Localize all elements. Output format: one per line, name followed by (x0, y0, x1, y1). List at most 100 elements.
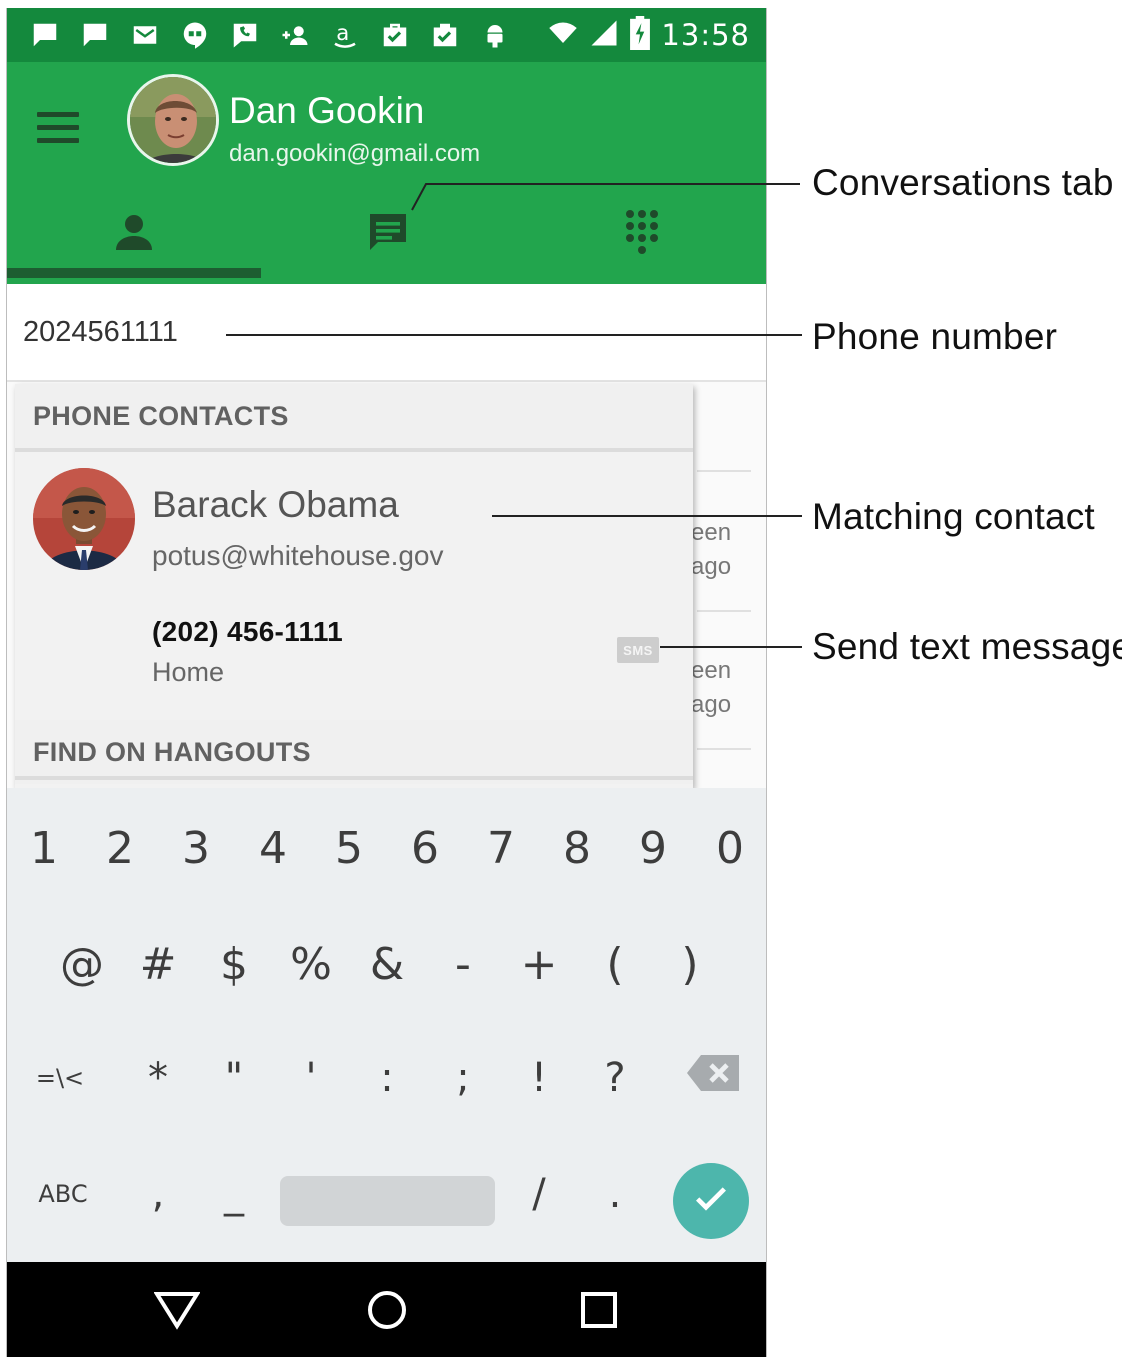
account-avatar[interactable] (127, 74, 219, 166)
key-more-symbols[interactable]: =\< (29, 1038, 91, 1118)
matching-contact[interactable]: Barack Obama potus@whitehouse.gov (202) … (15, 454, 693, 720)
list-divider (697, 470, 751, 472)
backspace-icon (687, 1053, 741, 1103)
suggestions-dropdown: PHONE CONTACTS Barack Obama potus@whiteh… (15, 384, 693, 788)
phone-number-field[interactable] (7, 284, 766, 382)
find-on-hangouts-header: FIND ON HANGOUTS (15, 720, 693, 784)
backspace-key[interactable] (683, 1038, 745, 1118)
key-underscore[interactable]: _ (203, 1154, 265, 1234)
key-1[interactable]: 1 (13, 808, 75, 888)
phone-contacts-header: PHONE CONTACTS (15, 384, 693, 448)
key-question[interactable]: ? (584, 1038, 646, 1118)
key-single-quote[interactable]: ' (280, 1038, 342, 1118)
list-item-time: een (691, 519, 732, 546)
clipboard-check-icon (427, 19, 463, 51)
amazon-icon: a (327, 19, 363, 51)
done-key[interactable] (673, 1163, 749, 1239)
menu-icon[interactable] (37, 102, 93, 152)
list-divider (697, 748, 751, 750)
key-at[interactable]: @ (51, 924, 113, 1004)
phone-message-icon (227, 19, 263, 51)
phone-number-input[interactable] (23, 310, 423, 354)
system-status: 13:58 (547, 15, 750, 55)
hangouts-icon (177, 19, 213, 51)
key-double-quote[interactable]: " (203, 1038, 265, 1118)
signal-icon (589, 18, 619, 53)
conversations-leader (411, 183, 800, 211)
account-email: dan.gookin@gmail.com (229, 140, 481, 167)
home-button[interactable] (357, 1282, 417, 1342)
gmail-icon (127, 19, 163, 51)
key-ampersand[interactable]: & (356, 924, 418, 1004)
status-bar: a 13:58 (7, 8, 766, 62)
key-comma[interactable]: , (127, 1154, 189, 1234)
home-circle-icon (366, 1289, 408, 1336)
send-sms-button[interactable]: SMS (617, 637, 659, 663)
key-hash[interactable]: # (127, 924, 189, 1004)
key-colon[interactable]: : (356, 1038, 418, 1118)
person-icon (110, 208, 158, 261)
contact-phone-number: (202) 456-1111 (152, 616, 344, 647)
space-key[interactable] (280, 1176, 495, 1226)
key-semicolon[interactable]: ; (432, 1038, 494, 1118)
key-dollar[interactable]: $ (203, 924, 265, 1004)
phone-number-leader (226, 334, 802, 336)
list-divider (697, 610, 751, 612)
key-slash[interactable]: / (508, 1154, 570, 1234)
chat-icon (27, 19, 63, 51)
key-period[interactable]: . (584, 1154, 646, 1234)
list-item-time: ago (691, 553, 732, 580)
key-plus[interactable]: + (508, 924, 570, 1004)
status-time: 13:58 (661, 18, 750, 52)
tab-selected-indicator (7, 268, 261, 278)
key-open-paren[interactable]: ( (584, 924, 646, 1004)
contact-email: potus@whitehouse.gov (152, 540, 444, 571)
key-7[interactable]: 7 (470, 808, 532, 888)
key-4[interactable]: 4 (242, 808, 304, 888)
battery-charging-icon (629, 15, 651, 55)
add-person-icon (277, 19, 313, 51)
bag-check-icon (377, 19, 413, 51)
contact-name: Barack Obama (152, 484, 399, 525)
wifi-icon (547, 18, 579, 53)
section-divider (15, 448, 693, 452)
section-divider (15, 776, 693, 780)
navigation-bar (7, 1262, 766, 1357)
key-close-paren[interactable]: ) (659, 924, 721, 1004)
key-percent[interactable]: % (280, 924, 342, 1004)
key-6[interactable]: 6 (394, 808, 456, 888)
symbol-keyboard: 1 2 3 4 5 6 7 8 9 0 @ # $ % & - + ( ) =\… (7, 788, 766, 1262)
key-3[interactable]: 3 (165, 808, 227, 888)
key-5[interactable]: 5 (318, 808, 380, 888)
back-button[interactable] (147, 1282, 207, 1342)
callout-matching-contact: Matching contact (812, 496, 1095, 537)
chat-icon (77, 19, 113, 51)
key-8[interactable]: 8 (546, 808, 608, 888)
key-exclamation[interactable]: ! (508, 1038, 570, 1118)
key-abc[interactable]: ABC (23, 1154, 103, 1234)
callout-send-text-message: Send text message (812, 626, 1122, 667)
recents-square-icon (580, 1291, 618, 1334)
list-item-time: ago (691, 691, 732, 718)
svg-text:a: a (336, 21, 349, 46)
sms-label: SMS (623, 642, 653, 658)
send-text-leader (660, 646, 802, 648)
back-triangle-icon (153, 1290, 201, 1335)
notification-icons: a (27, 18, 513, 52)
app-bar: Dan Gookin dan.gookin@gmail.com (7, 62, 766, 284)
key-minus[interactable]: - (432, 924, 494, 1004)
key-asterisk[interactable]: * (127, 1038, 189, 1118)
key-2[interactable]: 2 (89, 808, 151, 888)
android-icon (477, 19, 513, 51)
account-name: Dan Gookin (229, 90, 425, 131)
key-0[interactable]: 0 (699, 808, 761, 888)
key-9[interactable]: 9 (622, 808, 684, 888)
list-item-time: een (691, 657, 732, 684)
callout-conversations-tab: Conversations tab (812, 162, 1114, 203)
matching-contact-leader (492, 515, 802, 517)
recents-button[interactable] (569, 1282, 629, 1342)
contact-phone-type: Home (152, 657, 225, 687)
contact-photo (33, 468, 135, 570)
callout-phone-number: Phone number (812, 316, 1058, 357)
checkmark-icon (691, 1179, 731, 1224)
